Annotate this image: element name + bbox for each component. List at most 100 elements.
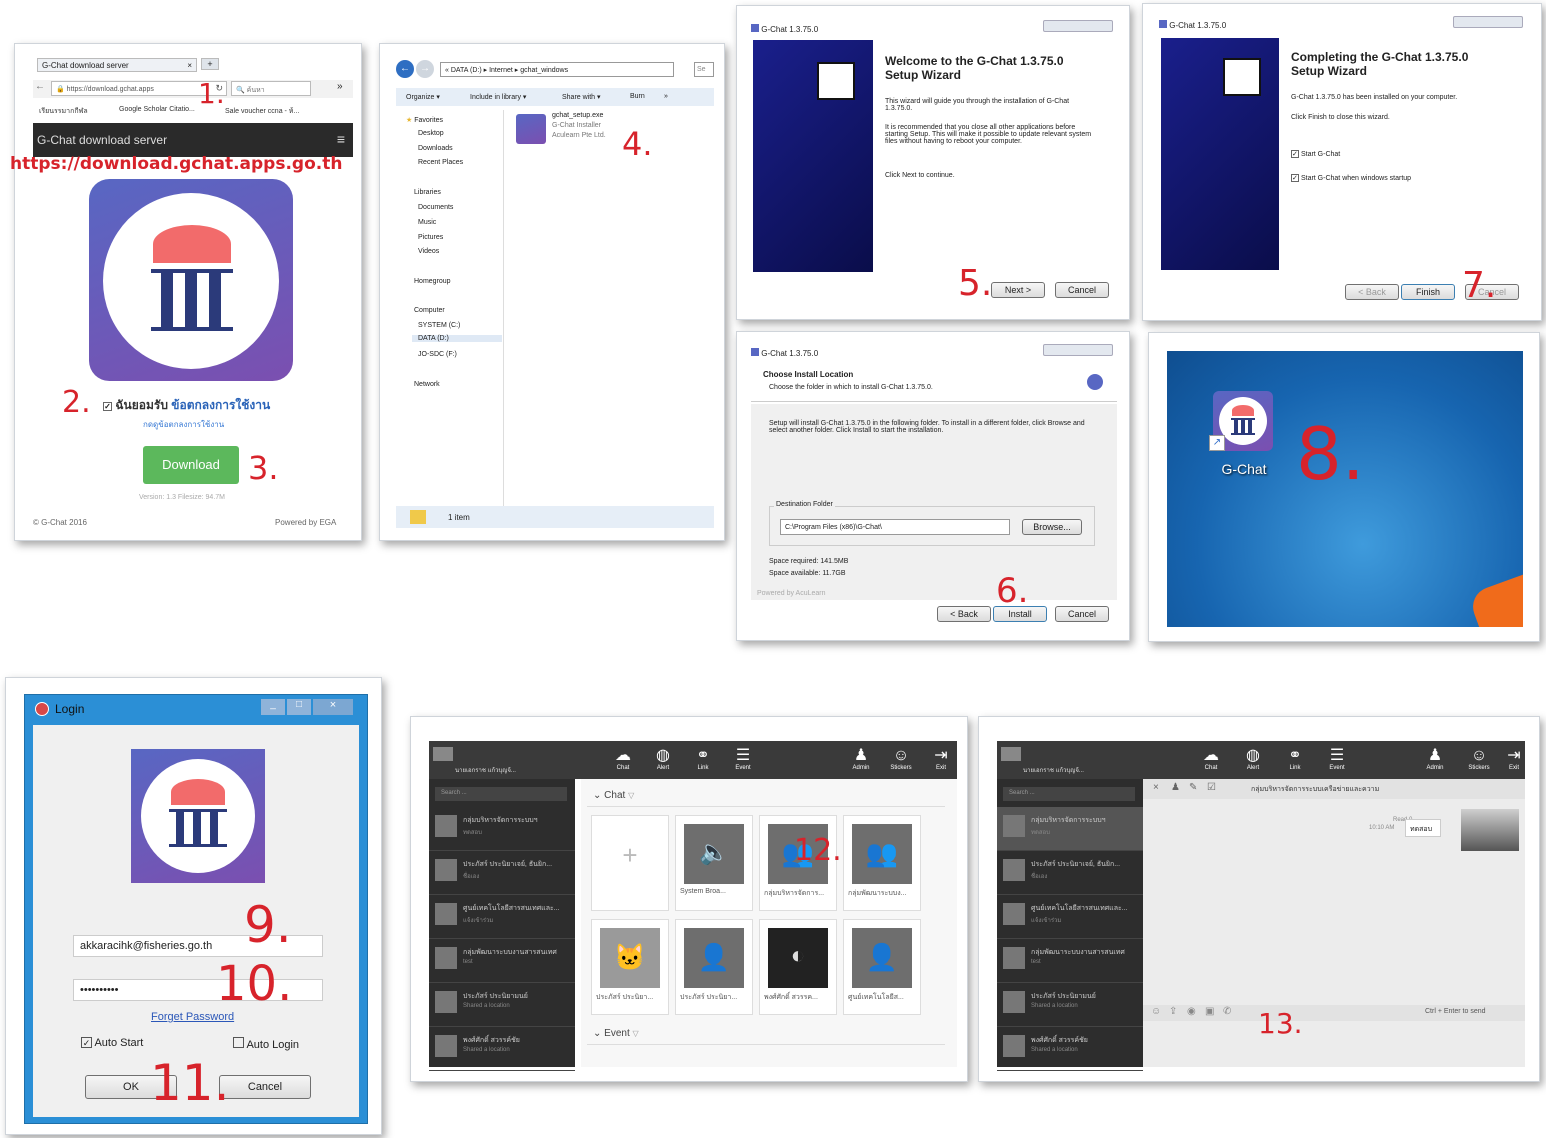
nav-favorites[interactable]: ★ Favorites (406, 116, 443, 124)
organize-menu[interactable]: Organize ▾ (406, 93, 440, 101)
nav-computer[interactable]: Computer (414, 307, 445, 314)
chat-tile[interactable]: 🐱 ประภัสร์ ประนิยา... (591, 919, 669, 1015)
stickers-tool[interactable]: ☺ Stickers (881, 747, 921, 771)
hamburger-icon[interactable]: ≡ (337, 131, 345, 147)
footer-right[interactable]: Powered by EGA (275, 518, 336, 527)
add-member-icon[interactable]: ♟ (1171, 782, 1180, 793)
nav-recent[interactable]: Recent Places (418, 159, 463, 166)
close-icon[interactable]: × (313, 699, 353, 715)
phone-icon[interactable]: ✆ (1223, 1006, 1231, 1017)
nav-network[interactable]: Network (414, 381, 440, 388)
file-item[interactable]: gchat_setup.exe G-Chat Installer Aculear… (516, 112, 626, 148)
list-item[interactable]: กลุ่มพัฒนาระบบงานสารสนเทศ test (429, 939, 575, 983)
list-item[interactable]: กลุ่มบริหารจัดการระบบฯ ทดสอบ (429, 807, 575, 851)
list-item[interactable]: ประภัสร์ ประนิยามนย์ Shared a location (429, 983, 575, 1027)
filter-icon[interactable]: ▽ (628, 791, 634, 800)
finish-button[interactable]: Finish (1401, 284, 1455, 300)
cancel-button[interactable]: Cancel (219, 1075, 311, 1099)
exit-tool[interactable]: ⇥ Exit (1503, 747, 1525, 771)
list-item[interactable]: ศูนย์เทคโนโลยีสารสนเทศและ... แจ้งเข้าร่วม (429, 895, 575, 939)
nav-desktop[interactable]: Desktop (418, 130, 444, 137)
sidebar-search[interactable]: Search ... (1003, 787, 1135, 801)
explorer-search[interactable]: Se (694, 62, 714, 77)
list-item[interactable]: ประภัสร์ ประนิยาเจย์, ธันยิก... ชื่อเอง (997, 851, 1143, 895)
event-tool[interactable]: ☰ Event (1317, 747, 1357, 771)
emoji-icon[interactable]: ☺ (1151, 1006, 1161, 1017)
browse-button[interactable]: Browse... (1022, 519, 1082, 535)
back-button[interactable]: < Back (1345, 284, 1399, 300)
nav-libraries[interactable]: Libraries (414, 189, 441, 196)
nav-music[interactable]: Music (418, 219, 436, 226)
forget-password-link[interactable]: Forget Password (151, 1011, 234, 1023)
note-icon[interactable]: ☑ (1207, 782, 1216, 793)
chat-tile[interactable]: ◐ พงศ์ศักดิ์ สวรรค... (759, 919, 837, 1015)
add-chat-tile[interactable]: + (591, 815, 669, 911)
list-item[interactable]: พงศ์ศักดิ์ สวรรค์ชัย Shared a location (429, 1027, 575, 1071)
admin-tool[interactable]: ♟ Admin (1415, 747, 1455, 771)
alert-tool[interactable]: ◍ Alert (643, 747, 683, 771)
include-library-menu[interactable]: Include in library ▾ (470, 93, 526, 101)
list-item[interactable]: กลุ่มพัฒนาระบบงานสารสนเทศ test (997, 939, 1143, 983)
admin-tool[interactable]: ♟ Admin (841, 747, 881, 771)
list-item[interactable]: ประภัสร์ ประนิยามนย์ Shared a location (997, 983, 1143, 1027)
minimize-icon[interactable]: _ (261, 699, 285, 715)
start-gchat-checkbox[interactable]: ✓ Start G-Chat (1291, 150, 1340, 158)
title-buttons[interactable] (1453, 16, 1523, 28)
share-with-menu[interactable]: Share with ▾ (562, 93, 601, 101)
nav-jo-sdc[interactable]: JO-SDC (F:) (418, 351, 457, 358)
bookmark-1[interactable]: เรียนรรมากกีฬล (39, 106, 88, 117)
nav-videos[interactable]: Videos (418, 248, 439, 255)
maximize-icon[interactable]: □ (287, 699, 311, 715)
chat-tile[interactable]: 🔈 System Broa... (675, 815, 753, 911)
title-buttons[interactable] (1043, 344, 1113, 356)
dest-input[interactable]: C:\Program Files (x86)\G-Chat\ (780, 519, 1010, 535)
overflow-icon[interactable]: » (337, 81, 343, 92)
burn-button[interactable]: Burn (630, 93, 645, 100)
list-item[interactable]: พงศ์ศักดิ์ สวรรค์ชัย Shared a location (997, 1027, 1143, 1071)
toolbar-more[interactable]: » (664, 93, 668, 100)
path-bar[interactable]: « DATA (D:) ▸ Internet ▸ gchat_windows (440, 62, 674, 77)
video-icon[interactable]: ▣ (1205, 1006, 1214, 1017)
next-button[interactable]: Next > (991, 282, 1045, 298)
photo-thumbnail[interactable] (1461, 809, 1519, 851)
terms-link[interactable]: กดดูข้อตกลงการใช้งาน (143, 418, 224, 431)
stickers-tool[interactable]: ☺ Stickers (1459, 747, 1499, 771)
download-button[interactable]: Download (143, 446, 239, 484)
sidebar-search[interactable]: Search ... (435, 787, 567, 801)
chat-tile[interactable]: 👥 กลุ่มพัฒนาระบบง... (843, 815, 921, 911)
nav-downloads[interactable]: Downloads (418, 145, 453, 152)
search-box[interactable]: 🔍 ค้นหา (231, 81, 311, 96)
accept-checkbox[interactable]: ✓ (103, 402, 112, 411)
bookmark-3[interactable]: Sale voucher ccna - ห้... (225, 106, 299, 117)
edit-icon[interactable]: ✎ (1189, 782, 1197, 793)
link-tool[interactable]: ⚭ Link (1275, 747, 1315, 771)
cancel-button[interactable]: Cancel (1055, 606, 1109, 622)
chat-tool[interactable]: ☁ Chat (603, 747, 643, 771)
upload-icon[interactable]: ⇪ (1169, 1006, 1177, 1017)
back-icon[interactable]: ← (35, 81, 45, 92)
alert-tool[interactable]: ◍ Alert (1233, 747, 1273, 771)
link-tool[interactable]: ⚭ Link (683, 747, 723, 771)
nav-homegroup[interactable]: Homegroup (414, 278, 451, 285)
list-item[interactable]: ประภัสร์ ประนิยาเจย์, ธันยิก... ชื่อเอง (429, 851, 575, 895)
nav-documents[interactable]: Documents (418, 204, 453, 211)
exit-tool[interactable]: ⇥ Exit (921, 747, 961, 771)
nav-data-d[interactable]: DATA (D:) (412, 335, 502, 342)
nav-pictures[interactable]: Pictures (418, 234, 443, 241)
gchat-desktop-icon[interactable]: ↗ G-Chat (1209, 391, 1279, 481)
event-tool[interactable]: ☰ Event (723, 747, 763, 771)
accept-link[interactable]: ข้อตกลงการใช้งาน (171, 398, 270, 412)
title-buttons[interactable] (1043, 20, 1113, 32)
chat-tool[interactable]: ☁ Chat (1191, 747, 1231, 771)
tab-close-icon[interactable]: × (187, 61, 192, 70)
filter-icon[interactable]: ▽ (633, 1029, 639, 1038)
back-button-icon[interactable]: ← (396, 60, 414, 78)
chat-tile[interactable]: 👤 ประภัสร์ ประนิยา... (675, 919, 753, 1015)
auto-start-checkbox[interactable]: ✓ Auto Start (81, 1037, 143, 1049)
bookmark-2[interactable]: Google Scholar Citatio... (119, 106, 195, 113)
location-icon[interactable]: ◉ (1187, 1006, 1196, 1017)
startup-checkbox[interactable]: ✓ Start G-Chat when windows startup (1291, 174, 1411, 182)
message-bubble[interactable]: ทดสอบ (1405, 819, 1441, 837)
nav-system-c[interactable]: SYSTEM (C:) (418, 322, 460, 329)
browser-tab[interactable]: G-Chat download server × (37, 58, 197, 72)
